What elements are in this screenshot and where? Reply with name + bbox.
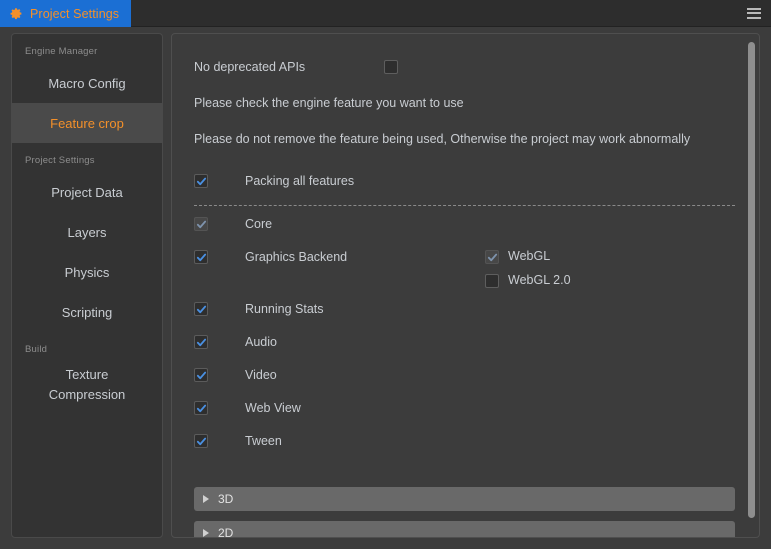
sidebar-item-label: Scripting xyxy=(61,304,113,320)
section-divider xyxy=(194,205,735,206)
sidebar-item-label: Macro Config xyxy=(48,75,126,91)
core-label: Core xyxy=(245,217,273,231)
scrollbar-thumb[interactable] xyxy=(748,42,755,518)
row-audio: Audio xyxy=(194,332,735,365)
tween-label: Tween xyxy=(245,434,282,448)
row-video: Video xyxy=(194,365,735,398)
panel-scrollbar[interactable] xyxy=(748,42,755,529)
row-running-stats: Running Stats xyxy=(194,299,735,332)
row-no-deprecated-apis: No deprecated APIs xyxy=(194,56,735,78)
sidebar-item-label-line2: Compression xyxy=(48,387,126,402)
sidebar-group-engine-manager: Engine Manager xyxy=(25,46,98,57)
accordion-2d[interactable]: 2D xyxy=(194,521,735,538)
workspace: Engine Manager Macro Config Feature crop… xyxy=(0,27,771,549)
tween-checkbox[interactable] xyxy=(194,434,208,448)
webgl-checkbox[interactable] xyxy=(485,250,499,264)
graphics-backend-label: Graphics Backend xyxy=(245,250,348,264)
hamburger-line xyxy=(747,12,761,14)
running-stats-label: Running Stats xyxy=(245,302,324,316)
audio-label: Audio xyxy=(245,335,277,349)
sidebar-item-project-data[interactable]: Project Data xyxy=(12,172,162,212)
sidebar-group-build: Build xyxy=(25,344,48,355)
row-web-view: Web View xyxy=(194,398,735,431)
graphics-backend-options: WebGL WebGL 2.0 xyxy=(485,247,571,288)
tab-project-settings[interactable]: Project Settings xyxy=(0,0,132,27)
row-packing-all-features: Packing all features xyxy=(194,171,735,204)
title-bar: Project Settings xyxy=(0,0,771,27)
no-deprecated-apis-checkbox[interactable] xyxy=(384,60,398,74)
settings-sidebar: Engine Manager Macro Config Feature crop… xyxy=(11,33,163,538)
chevron-right-icon xyxy=(203,495,209,503)
row-tween: Tween xyxy=(194,431,735,464)
row-webgl2: WebGL 2.0 xyxy=(485,271,571,288)
sidebar-item-label: Physics xyxy=(64,264,110,280)
titlebar-spacer xyxy=(131,0,737,26)
row-webgl: WebGL xyxy=(485,247,571,264)
sidebar-item-texture-compression[interactable]: Texture Compression xyxy=(12,361,162,409)
accordion-2d-label: 2D xyxy=(218,526,234,538)
sidebar-item-scripting[interactable]: Scripting xyxy=(12,292,162,332)
accordion-3d[interactable]: 3D xyxy=(194,487,735,511)
sidebar-group-project-settings: Project Settings xyxy=(25,155,95,166)
web-view-checkbox[interactable] xyxy=(194,401,208,415)
sidebar-item-feature-crop[interactable]: Feature crop xyxy=(12,103,162,143)
sidebar-item-physics[interactable]: Physics xyxy=(12,252,162,292)
video-label: Video xyxy=(245,368,277,382)
webgl2-label: WebGL 2.0 xyxy=(508,272,571,287)
sidebar-item-label: Project Data xyxy=(51,184,123,200)
sidebar-item-layers[interactable]: Layers xyxy=(12,212,162,252)
video-checkbox[interactable] xyxy=(194,368,208,382)
sidebar-item-label: Layers xyxy=(67,224,107,240)
packing-all-features-checkbox[interactable] xyxy=(194,174,208,188)
graphics-backend-checkbox[interactable] xyxy=(194,250,208,264)
gear-icon xyxy=(10,7,23,20)
note-check-feature: Please check the engine feature you want… xyxy=(194,96,464,110)
webgl2-checkbox[interactable] xyxy=(485,274,499,288)
hamburger-line xyxy=(747,7,761,10)
row-core: Core xyxy=(194,214,735,247)
core-checkbox[interactable] xyxy=(194,217,208,231)
feature-crop-panel: No deprecated APIs Please check the engi… xyxy=(171,33,760,538)
sidebar-item-label: Feature crop xyxy=(50,115,124,131)
tab-label: Project Settings xyxy=(30,6,120,21)
sidebar-item-macro-config[interactable]: Macro Config xyxy=(12,63,162,103)
running-stats-checkbox[interactable] xyxy=(194,302,208,316)
web-view-label: Web View xyxy=(245,401,301,415)
sidebar-item-label-line1: Texture xyxy=(65,366,109,382)
note-do-not-remove: Please do not remove the feature being u… xyxy=(194,132,691,146)
webgl-label: WebGL xyxy=(508,248,551,263)
accordion-3d-label: 3D xyxy=(218,492,234,506)
audio-checkbox[interactable] xyxy=(194,335,208,349)
no-deprecated-apis-label: No deprecated APIs xyxy=(194,60,306,74)
packing-all-features-label: Packing all features xyxy=(245,174,355,188)
row-graphics-backend: Graphics Backend WebGL WebGL 2.0 xyxy=(194,247,735,299)
hamburger-menu-icon[interactable] xyxy=(737,0,771,26)
panel-content: No deprecated APIs Please check the engi… xyxy=(172,34,759,538)
hamburger-line xyxy=(747,16,761,19)
chevron-right-icon xyxy=(203,529,209,537)
